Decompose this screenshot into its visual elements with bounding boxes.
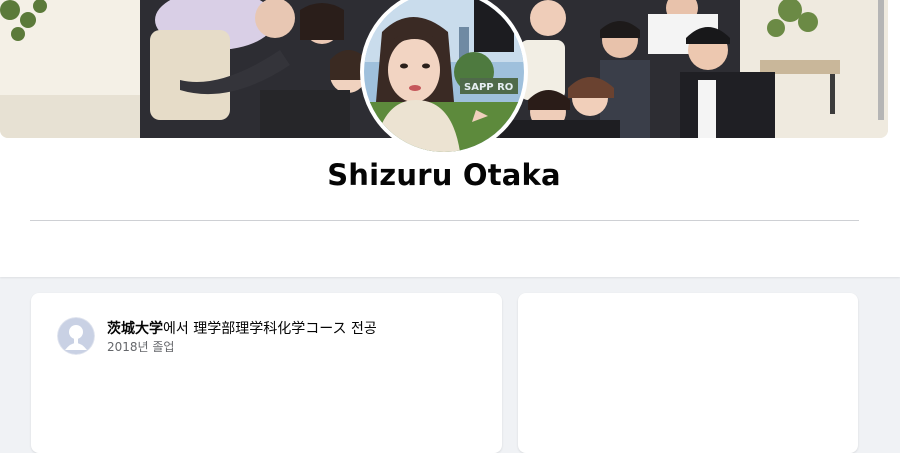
header-divider [30, 220, 859, 221]
profile-header: SAPP RO Shizuru Otaka [0, 0, 900, 277]
cover-sign-text: SAPP RO [464, 82, 513, 93]
intro-card: 茨城大学에서 理学部理学科化学コース 전공 2018년 졸업 [31, 293, 502, 453]
profile-avatar-photo: SAPP RO [364, 0, 524, 152]
side-card [518, 293, 858, 453]
education-line: 茨城大学에서 理学部理学科化学コース 전공 [107, 318, 377, 338]
education-graduation: 2018년 졸업 [107, 340, 175, 354]
education-major: 에서 理学部理学科化学コース 전공 [163, 321, 377, 337]
education-school-link[interactable]: 茨城大学 [107, 321, 163, 337]
default-avatar-icon[interactable] [57, 317, 95, 355]
profile-name: Shizuru Otaka [327, 158, 561, 192]
